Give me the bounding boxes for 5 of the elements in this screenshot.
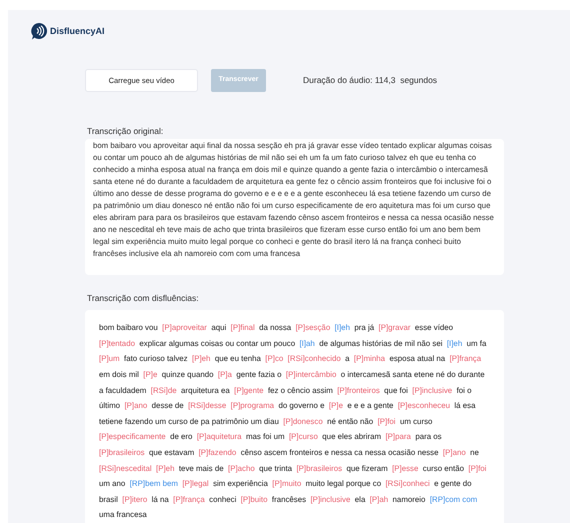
section-title: Transcrição com disfluências:: [87, 292, 200, 304]
brand-name: DisfluencyAI: [50, 24, 105, 38]
logo-icon: [31, 23, 47, 40]
audio-duration: Duração do áudio: 114,3 segundos: [303, 74, 438, 87]
section-title: Transcrição original:: [87, 125, 164, 138]
